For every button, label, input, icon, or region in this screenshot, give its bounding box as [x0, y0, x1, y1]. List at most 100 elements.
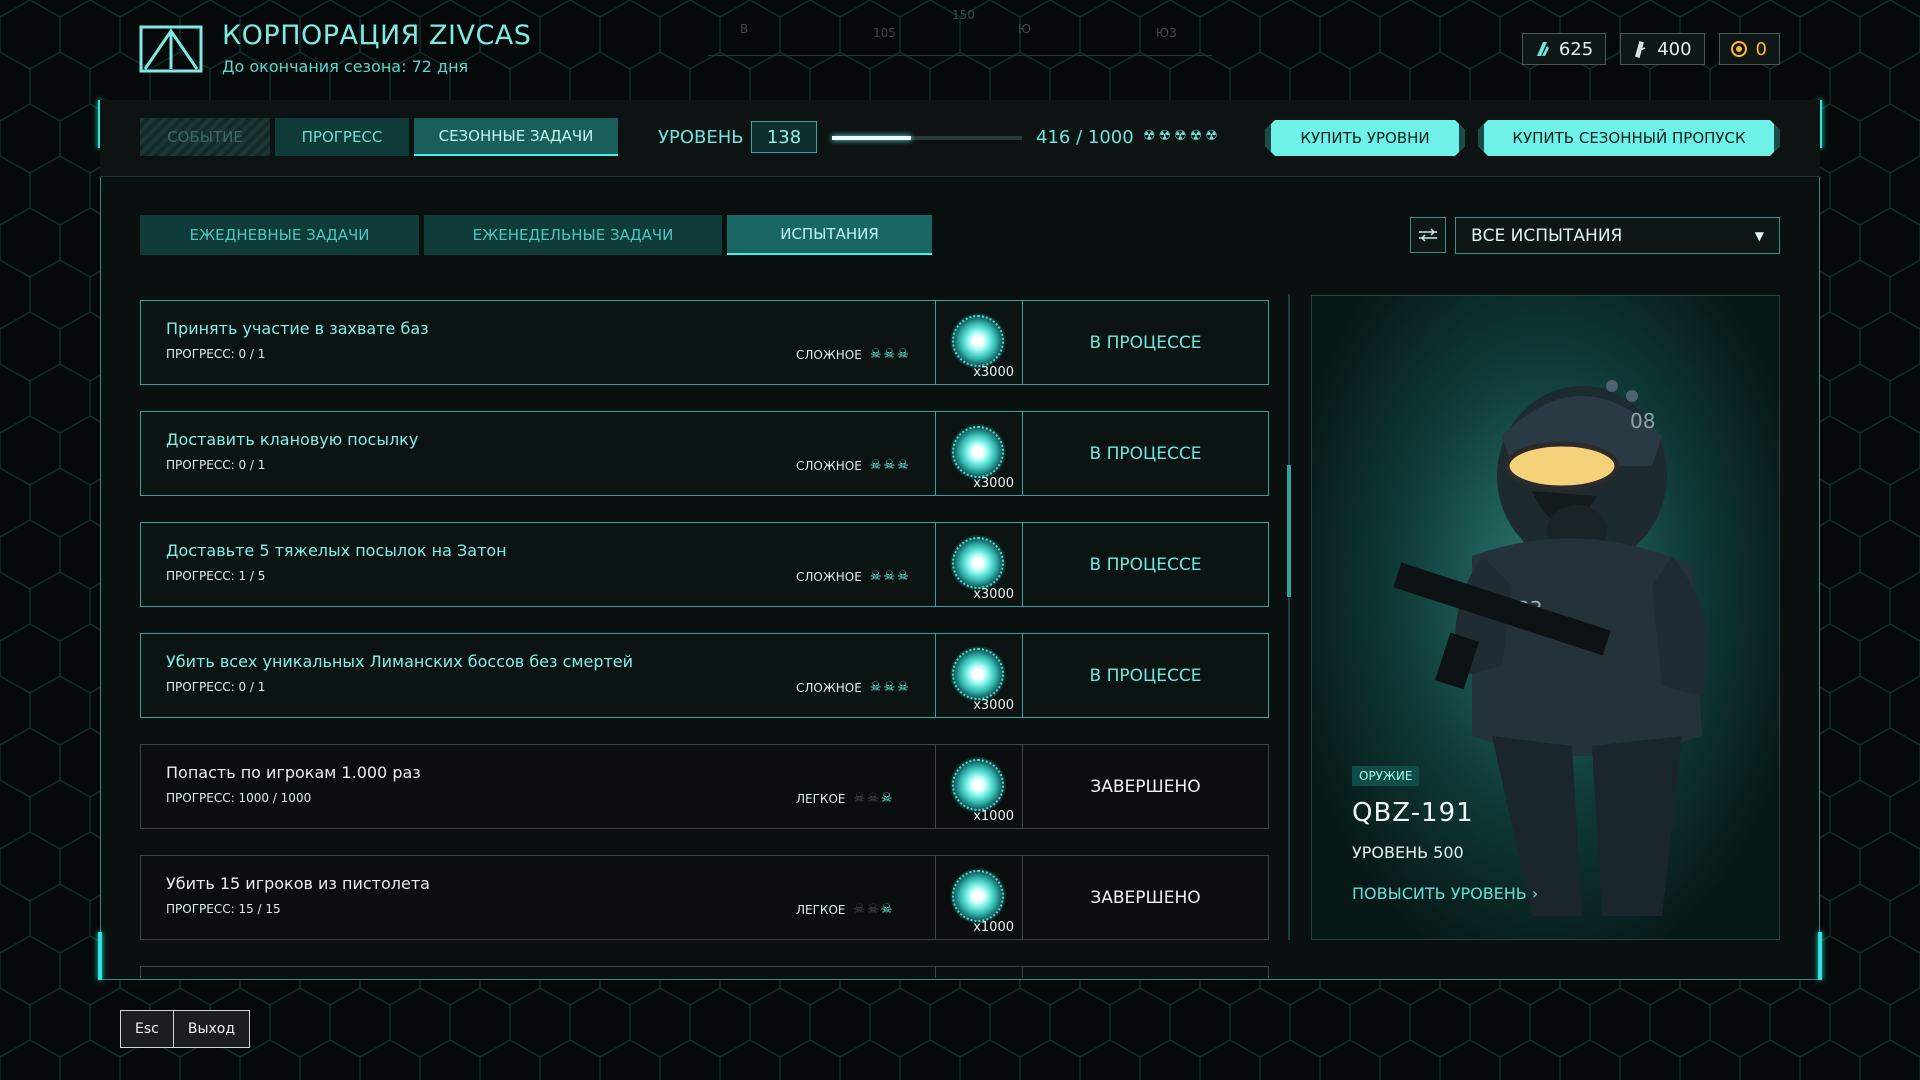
currency-value: 0 — [1755, 38, 1767, 60]
skull-icon: ☠ — [897, 569, 909, 584]
weapon-reward-card: 08 33 ОРУЖИЕ QBZ-191 УРОВЕНЬ 500 ПОВЫСИТ… — [1311, 295, 1780, 940]
xp-text: 416 / 1000 — [1036, 127, 1134, 148]
task-difficulty: СЛОЖНОЕ ☠ ☠ ☠ — [796, 458, 909, 473]
task-row[interactable]: Попасть по игрокам 1.000 раз ПРОГРЕСС: 1… — [140, 744, 1269, 829]
skull-icon: ☠ — [869, 569, 882, 584]
task-reward: x1000 — [935, 745, 1023, 828]
currency-tokens: 400 — [1620, 33, 1705, 65]
challenge-filter-select[interactable]: ВСЕ ИСПЫТАНИЯ ▼ — [1455, 217, 1780, 254]
compass-label: Ю — [1018, 22, 1031, 36]
task-name: Доставьте 5 тяжелых посылок на Затон — [166, 541, 507, 560]
skull-icon: ☠ — [880, 902, 893, 917]
subtab-challenges[interactable]: ИСПЫТАНИЯ — [727, 215, 932, 255]
compass-label: ЮЗ — [1156, 26, 1177, 40]
skull-icon: ☠ — [883, 347, 896, 362]
subtab-weekly[interactable]: ЕЖЕНЕДЕЛЬНЫЕ ЗАДАЧИ — [424, 215, 722, 255]
task-row[interactable]: Доставить клановую посылку ПРОГРЕСС: 0 /… — [140, 411, 1269, 496]
skull-icon: ☠ — [869, 347, 882, 362]
caret-down-icon: ▼ — [1754, 228, 1764, 243]
task-status: ЗАВЕРШЕНО — [1090, 776, 1201, 797]
skull-icon: ☠ — [853, 902, 866, 917]
rank-stars-icon: ☢☢☢☢☢ — [1143, 128, 1221, 144]
season-countdown: До окончания сезона: 72 дня — [222, 57, 469, 76]
task-progress: ПРОГРЕСС: 0 / 1 — [166, 347, 266, 361]
task-difficulty: СЛОЖНОЕ ☠ ☠ ☠ — [796, 347, 909, 362]
skull-icon: ☠ — [883, 680, 896, 695]
tab-seasonal-tasks[interactable]: СЕЗОННЫЕ ЗАДАЧИ — [414, 118, 618, 156]
weapon-level: УРОВЕНЬ 500 — [1352, 843, 1464, 862]
tab-event[interactable]: СОБЫТИЕ — [140, 118, 270, 156]
task-reward: x1000 — [935, 856, 1023, 939]
skull-icon: ☠ — [867, 791, 879, 806]
task-reward — [935, 967, 1023, 978]
task-status: ЗАВЕРШЕНО — [1090, 887, 1201, 908]
difficulty-label: СЛОЖНОЕ — [796, 569, 862, 584]
scrollbar-track[interactable] — [1288, 294, 1290, 940]
skull-icon: ☠ — [883, 569, 896, 584]
difficulty-label: ЛЕГКОЕ — [796, 902, 846, 917]
task-name: Убить всех уникальных Лиманских боссов б… — [166, 652, 634, 671]
buy-levels-button[interactable]: КУПИТЬ УРОВНИ — [1265, 120, 1465, 156]
xp-orb-icon — [950, 646, 1006, 702]
currency-crystals: 625 — [1521, 33, 1607, 65]
reward-amount: x3000 — [973, 698, 1014, 713]
filter-settings-button[interactable] — [1410, 217, 1446, 253]
task-row[interactable]: Убить 15 игроков из пистолета ПРОГРЕСС: … — [140, 855, 1269, 940]
task-progress: ПРОГРЕСС: 0 / 1 — [166, 680, 266, 694]
task-status: В ПРОЦЕССЕ — [1089, 443, 1202, 464]
task-name: Доставить клановую посылку — [166, 430, 419, 449]
task-row-partial — [140, 966, 1269, 978]
difficulty-label: СЛОЖНОЕ — [796, 680, 862, 695]
chevron-right-icon: › — [1531, 884, 1539, 903]
reward-amount: x3000 — [973, 365, 1014, 380]
task-name: Принять участие в захвате баз — [166, 319, 429, 338]
compass-label: В — [740, 22, 749, 36]
difficulty-skulls: ☠ ☠ ☠ — [870, 680, 909, 695]
filter-selected-value: ВСЕ ИСПЫТАНИЯ — [1471, 225, 1623, 246]
upgrade-level-link[interactable]: ПОВЫСИТЬ УРОВЕНЬ › — [1352, 884, 1538, 903]
difficulty-skulls: ☠ ☠ ☠ — [853, 902, 892, 917]
task-row[interactable]: Убить всех уникальных Лиманских боссов б… — [140, 633, 1269, 718]
subtab-daily[interactable]: ЕЖЕДНЕВНЫЕ ЗАДАЧИ — [140, 215, 419, 255]
difficulty-skulls: ☠ ☠ ☠ — [870, 458, 909, 473]
task-progress: ПРОГРЕСС: 1000 / 1000 — [166, 791, 312, 805]
compass-label: 150 — [952, 8, 975, 22]
task-reward: x3000 — [935, 412, 1023, 495]
task-progress: ПРОГРЕСС: 1 / 5 — [166, 569, 266, 583]
skull-icon: ☠ — [867, 902, 879, 917]
compass-line — [708, 55, 1212, 56]
corporation-logo-icon — [139, 25, 203, 73]
upgrade-label: ПОВЫСИТЬ УРОВЕНЬ — [1352, 884, 1527, 903]
currency-panel: 625 400 0 — [1521, 33, 1780, 65]
task-difficulty: СЛОЖНОЕ ☠ ☠ ☠ — [796, 680, 909, 695]
difficulty-skulls: ☠ ☠ ☠ — [853, 791, 892, 806]
task-row[interactable]: Принять участие в захвате баз ПРОГРЕСС: … — [140, 300, 1269, 385]
header: КОРПОРАЦИЯ ZIVCAS До окончания сезона: 7… — [0, 0, 1920, 100]
crystal-icon — [1536, 42, 1549, 56]
reward-amount: x3000 — [973, 476, 1014, 491]
task-reward: x3000 — [935, 523, 1023, 606]
skull-icon: ☠ — [869, 458, 882, 473]
difficulty-skulls: ☠ ☠ ☠ — [870, 347, 909, 362]
skull-icon: ☠ — [880, 791, 893, 806]
task-name: Убить 15 игроков из пистолета — [166, 874, 430, 893]
task-row[interactable]: Доставьте 5 тяжелых посылок на Затон ПРО… — [140, 522, 1269, 607]
skull-icon: ☠ — [897, 347, 909, 362]
xp-progress-fill — [832, 136, 912, 140]
task-reward: x3000 — [935, 634, 1023, 717]
coin-icon — [1730, 41, 1747, 57]
task-progress: ПРОГРЕСС: 15 / 15 — [166, 902, 281, 916]
exit-button[interactable]: Выход — [172, 1011, 250, 1047]
difficulty-label: ЛЕГКОЕ — [796, 791, 846, 806]
task-difficulty: ЛЕГКОЕ ☠ ☠ ☠ — [796, 902, 892, 917]
reward-amount: x3000 — [973, 587, 1014, 602]
reward-amount: x1000 — [973, 809, 1014, 824]
exit-control[interactable]: Esc Выход — [120, 1010, 251, 1048]
sliders-icon — [1419, 228, 1437, 242]
task-difficulty: СЛОЖНОЕ ☠ ☠ ☠ — [796, 569, 909, 584]
scrollbar-thumb[interactable] — [1287, 465, 1291, 597]
tab-progress[interactable]: ПРОГРЕСС — [275, 118, 409, 156]
esc-key[interactable]: Esc — [121, 1011, 173, 1047]
skull-icon: ☠ — [897, 458, 909, 473]
buy-season-pass-button[interactable]: КУПИТЬ СЕЗОННЫЙ ПРОПУСК — [1478, 120, 1780, 156]
